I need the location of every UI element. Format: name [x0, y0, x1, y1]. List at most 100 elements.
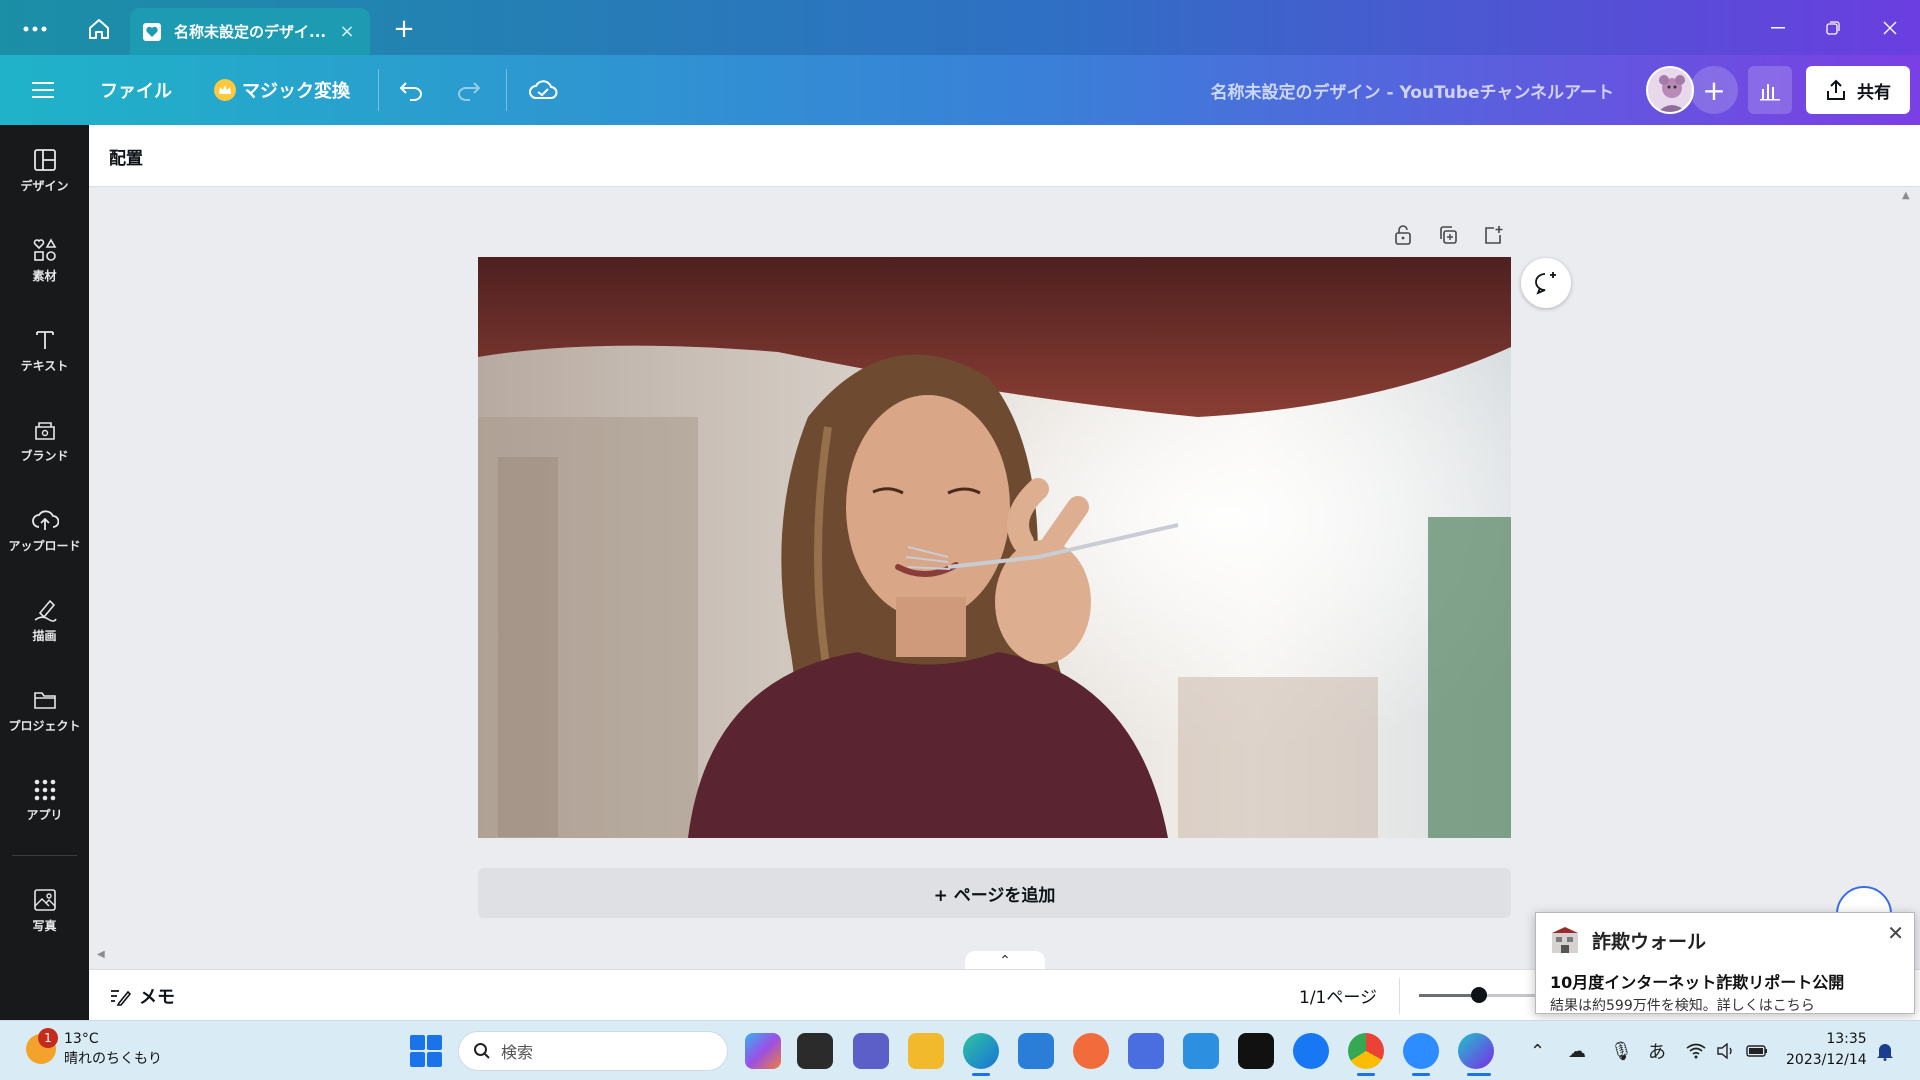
sidebar-item-text[interactable]: テキスト [0, 310, 89, 390]
crown-icon [214, 79, 236, 101]
sidebar-item-upload[interactable]: アップロード [0, 490, 89, 570]
zoom-slider-knob[interactable] [1471, 987, 1487, 1003]
app-icon-orange[interactable] [1073, 1033, 1109, 1069]
mail-app-icon[interactable] [1128, 1033, 1164, 1069]
battery-icon[interactable] [1746, 1039, 1768, 1063]
sidebar-item-draw[interactable]: 描画 [0, 580, 89, 660]
design-page-photo[interactable] [478, 257, 1511, 838]
collapse-pages-toggle[interactable]: ⌃ [965, 951, 1045, 971]
window-close-icon[interactable] [1870, 10, 1910, 46]
sidebar-item-label: テキスト [20, 358, 69, 373]
lock-icon[interactable] [1386, 218, 1420, 252]
notification-toast[interactable]: 詐欺ウォール ✕ 10月度インターネット詐欺リポート公開 結果は約599万件を検… [1535, 912, 1915, 1014]
sidebar-item-label: デザイン [20, 178, 69, 193]
magic-switch-button[interactable]: マジック変換 [214, 55, 350, 125]
document-title[interactable]: 名称未設定のデザイン - YouTubeチャンネルアート [1211, 55, 1614, 125]
avatar[interactable] [1646, 66, 1694, 114]
tray-overflow-icon[interactable]: ⌃ [1530, 1039, 1545, 1063]
sidebar-item-projects[interactable]: プロジェクト [0, 670, 89, 750]
microphone-icon[interactable]: 🎙 [1610, 1039, 1633, 1063]
insights-button[interactable] [1748, 66, 1792, 114]
scroll-left-icon[interactable]: ◀ [97, 949, 105, 960]
sidebar-divider [12, 855, 77, 856]
cloud-saved-icon[interactable] [528, 55, 558, 125]
photo-editor-icon[interactable] [1183, 1033, 1219, 1069]
file-explorer-icon[interactable] [908, 1033, 944, 1069]
sidebar-item-apps[interactable]: アプリ [0, 760, 89, 840]
notes-icon [111, 989, 131, 1006]
share-button[interactable]: 共有 [1806, 66, 1910, 114]
text-icon [35, 330, 54, 349]
toast-close-icon[interactable]: ✕ [1887, 921, 1904, 945]
browser-tab-strip: 名称未設定のデザイ... × + [0, 0, 1920, 55]
teams-icon[interactable] [853, 1033, 889, 1069]
add-page-button[interactable]: + ページを追加 [478, 868, 1511, 918]
design-icon [33, 148, 56, 171]
chrome-icon[interactable] [1348, 1033, 1384, 1069]
canva-active-indicator [1467, 1073, 1491, 1076]
sidebar-item-label: アップロード [8, 538, 81, 553]
onedrive-icon[interactable]: ☁ [1568, 1039, 1586, 1063]
tab-title: 名称未設定のデザイ... [174, 23, 327, 41]
active-browser-tab[interactable]: 名称未設定のデザイ... × [130, 8, 370, 55]
add-collaborator-button[interactable]: + [1690, 66, 1738, 114]
store-icon[interactable] [1018, 1033, 1054, 1069]
sidebar-item-brand[interactable]: ブランド [0, 400, 89, 480]
draw-icon [34, 599, 57, 622]
sidebar-item-label: 写真 [32, 918, 57, 933]
toast-body: 結果は約599万件を検知。詳しくはこちら [1550, 998, 1815, 1014]
zoom-icon[interactable] [1403, 1033, 1439, 1069]
taskbar-search[interactable]: 検索 [458, 1031, 728, 1071]
notes-button[interactable]: メモ [109, 970, 175, 1021]
sidebar-item-label: 描画 [32, 628, 57, 643]
weather-description: 晴れのちくもり [64, 1051, 162, 1067]
woman-eating-photo [478, 257, 1511, 838]
apps-icon [34, 779, 55, 800]
zoom-active-indicator [1412, 1073, 1430, 1076]
toast-title: 10月度インターネット詐欺リポート公開 [1550, 973, 1845, 992]
copilot-icon[interactable] [745, 1033, 781, 1069]
new-tab-button[interactable]: + [385, 10, 423, 48]
sidebar-item-photos[interactable]: 写真 [0, 870, 89, 950]
ime-indicator[interactable]: あ [1648, 1039, 1666, 1063]
topbar-divider [506, 69, 507, 111]
volume-icon[interactable] [1716, 1039, 1736, 1063]
page-count[interactable]: 1/1ページ [1299, 970, 1377, 1021]
notification-bell-icon[interactable] [1876, 1039, 1894, 1063]
file-menu-button[interactable]: ファイル [100, 55, 172, 125]
capcut-icon[interactable] [1238, 1033, 1274, 1069]
facebook-icon[interactable] [1293, 1033, 1329, 1069]
start-button[interactable] [410, 1035, 442, 1067]
sidebar-item-design[interactable]: デザイン [0, 130, 89, 210]
toast-app-name: 詐欺ウォール [1592, 931, 1707, 953]
edge-icon[interactable] [963, 1033, 999, 1069]
clock-time: 13:35 [1826, 1031, 1867, 1047]
sidebar-item-label: プロジェクト [8, 718, 81, 733]
restore-icon[interactable] [1813, 10, 1853, 46]
zoom-slider[interactable] [1419, 987, 1539, 1003]
share-icon [1827, 79, 1845, 100]
browser-menu-icon[interactable] [16, 10, 54, 48]
scroll-up-icon[interactable]: ▲ [1902, 190, 1910, 201]
taskbar: 1 13°C 晴れのちくもり 検索 ⌃ ☁ 🎙 あ 13:35 2023/12/… [0, 1020, 1920, 1080]
task-view-icon[interactable] [797, 1033, 833, 1069]
system-clock[interactable]: 13:35 2023/12/14 [1786, 1029, 1867, 1071]
undo-icon[interactable] [398, 55, 424, 125]
weather-widget[interactable]: 1 13°C 晴れのちくもり [26, 1028, 162, 1069]
canva-icon[interactable] [1458, 1033, 1494, 1069]
minimize-icon[interactable] [1758, 10, 1798, 46]
position-button[interactable]: 配置 [109, 125, 143, 187]
tab-close-icon[interactable]: × [336, 21, 358, 42]
hamburger-menu-icon[interactable] [32, 55, 54, 125]
add-page-icon[interactable] [1476, 218, 1510, 252]
wifi-icon[interactable] [1686, 1039, 1706, 1063]
redo-icon[interactable] [456, 55, 482, 125]
search-placeholder: 検索 [501, 1043, 534, 1062]
add-comment-button[interactable] [1521, 258, 1571, 308]
share-label: 共有 [1857, 82, 1891, 103]
fraud-wall-logo-icon [1552, 927, 1578, 953]
home-icon[interactable] [80, 10, 118, 48]
sidebar-item-elements[interactable]: 素材 [0, 220, 89, 300]
duplicate-page-icon[interactable] [1431, 218, 1465, 252]
canva-favicon-icon [143, 22, 161, 41]
